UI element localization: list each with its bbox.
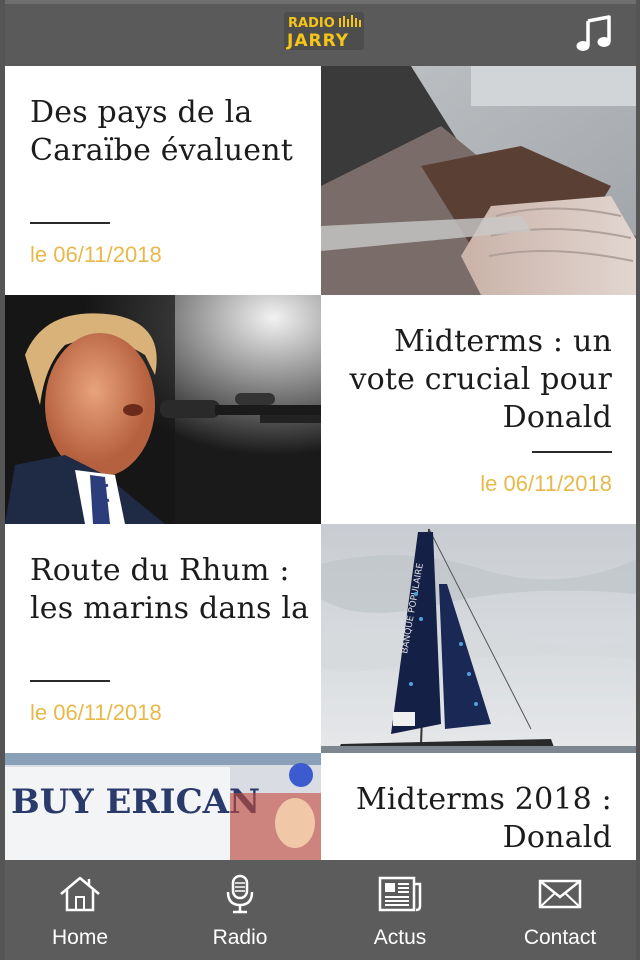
- article-card[interactable]: Route du Rhum : les marins dans la le 06…: [0, 524, 640, 753]
- article-image[interactable]: [5, 295, 321, 524]
- article-image[interactable]: BANQUE POPULAIRE: [321, 524, 637, 753]
- title-divider: [30, 222, 110, 224]
- bottom-tab-bar: Home Radio Actus Contact: [0, 860, 640, 960]
- tab-label: Actus: [373, 926, 427, 949]
- tab-home[interactable]: Home: [0, 860, 160, 960]
- fish-cutting-photo: [321, 66, 637, 295]
- sailboat-photo: BANQUE POPULAIRE: [321, 524, 637, 753]
- tab-label: Home: [51, 926, 109, 949]
- app-header: RADIO JARRY: [0, 0, 640, 66]
- tab-label: Contact: [523, 926, 597, 949]
- tab-label: Radio: [212, 926, 268, 949]
- article-title[interactable]: Midterms : un vote crucial pour Donald: [332, 323, 612, 437]
- tab-radio[interactable]: Radio: [160, 860, 320, 960]
- article-date: le 06/11/2018: [30, 700, 162, 725]
- sign-text: BUY ERICAN: [11, 782, 260, 822]
- article-image[interactable]: BUY ERICAN: [5, 753, 321, 860]
- article-text[interactable]: Midterms 2018 : Donald: [321, 753, 637, 860]
- music-note-icon: [576, 15, 611, 51]
- title-divider: [532, 451, 612, 453]
- music-button[interactable]: [572, 14, 616, 54]
- article-date: le 06/11/2018: [30, 242, 162, 267]
- article-title[interactable]: Midterms 2018 : Donald: [332, 781, 612, 857]
- article-title[interactable]: Des pays de la Caraïbe évaluent: [30, 94, 310, 170]
- radio-jarry-logo[interactable]: RADIO JARRY: [284, 12, 364, 50]
- article-title[interactable]: Route du Rhum : les marins dans la: [30, 552, 310, 628]
- tab-actus[interactable]: Actus: [320, 860, 480, 960]
- logo-line1: RADIO: [288, 16, 335, 31]
- rally-crowd-photo: BUY ERICAN: [5, 753, 321, 860]
- article-image[interactable]: [321, 66, 637, 295]
- newspaper-icon: [378, 876, 422, 912]
- article-text[interactable]: Des pays de la Caraïbe évaluent le 06/11…: [5, 66, 321, 295]
- microphone-icon: [226, 874, 254, 914]
- article-text[interactable]: Midterms : un vote crucial pour Donald l…: [321, 295, 637, 524]
- article-card[interactable]: Midterms : un vote crucial pour Donald l…: [0, 295, 640, 524]
- title-divider: [30, 680, 110, 682]
- speaker-at-microphone-photo: [5, 295, 321, 524]
- home-icon: [60, 876, 100, 912]
- article-date: le 06/11/2018: [480, 471, 612, 496]
- article-card[interactable]: Des pays de la Caraïbe évaluent le 06/11…: [0, 66, 640, 295]
- tab-contact[interactable]: Contact: [480, 860, 640, 960]
- news-feed[interactable]: Des pays de la Caraïbe évaluent le 06/11…: [0, 66, 640, 860]
- article-card[interactable]: BUY ERICAN Midterms 2018 : Donald: [0, 753, 640, 860]
- envelope-icon: [538, 879, 582, 909]
- logo-line2: JARRY: [286, 31, 349, 50]
- article-text[interactable]: Route du Rhum : les marins dans la le 06…: [5, 524, 321, 753]
